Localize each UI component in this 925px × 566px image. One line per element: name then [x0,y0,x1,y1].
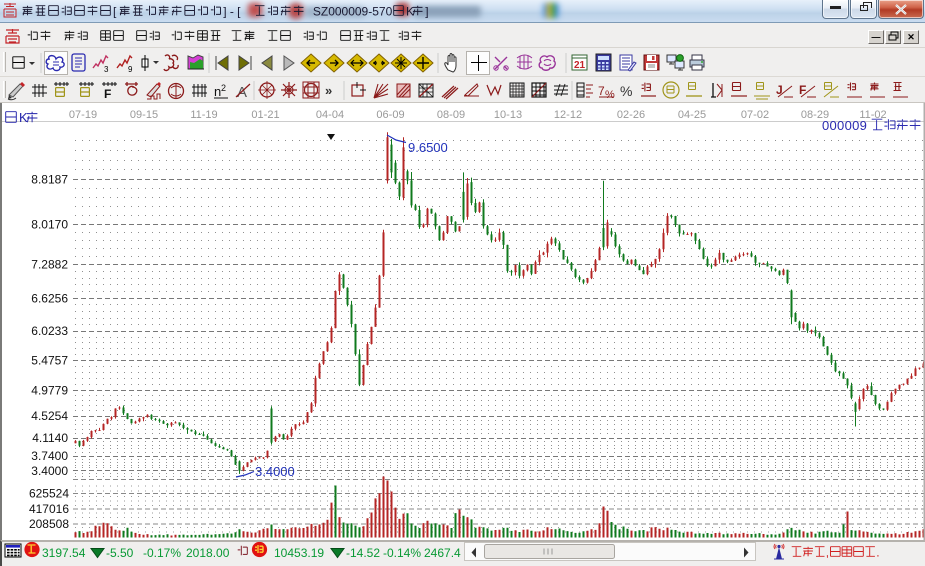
svg-text:21: 21 [574,60,586,71]
svg-text:2467.4: 2467.4 [424,546,461,560]
svg-text:F: F [799,83,806,97]
svg-text:F: F [104,87,111,101]
svg-text:3: 3 [104,65,109,74]
svg-text:.: . [876,545,879,559]
svg-text:%: % [605,89,615,101]
svg-text:2: 2 [221,83,226,93]
svg-text:»: » [325,83,332,98]
svg-text:-0.14%: -0.14% [383,546,421,560]
svg-text:3197.54: 3197.54 [42,546,86,560]
svg-text:J: J [776,83,783,97]
svg-text:2018.00: 2018.00 [186,546,230,560]
svg-text:%: % [620,83,632,99]
svg-text:-0.17%: -0.17% [143,546,181,560]
svg-text:10453.19: 10453.19 [274,546,324,560]
svg-text:7: 7 [598,84,605,98]
svg-text:9: 9 [128,65,133,74]
svg-text:A: A [237,84,247,101]
svg-text:-14.52: -14.52 [346,546,380,560]
svg-text:,: , [826,545,829,559]
svg-text:-5.50: -5.50 [106,546,134,560]
